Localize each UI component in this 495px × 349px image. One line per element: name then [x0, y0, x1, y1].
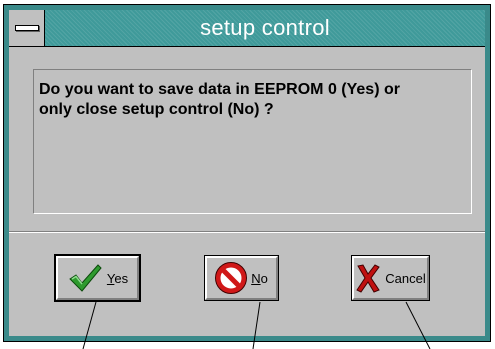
no-button[interactable]: No	[204, 255, 279, 301]
system-menu-icon	[15, 25, 39, 31]
message-panel: Do you want to save data in EEPROM 0 (Ye…	[33, 69, 472, 214]
setup-control-dialog: setup control Do you want to save data i…	[3, 4, 491, 342]
red-x-icon	[356, 264, 381, 293]
prohibited-icon	[215, 262, 248, 294]
no-button-label: No	[251, 270, 268, 286]
message-text: Do you want to save data in EEPROM 0 (Ye…	[39, 80, 467, 120]
checkmark-icon	[69, 264, 102, 292]
yes-button[interactable]: Yes	[54, 254, 141, 302]
message-line-2: only close setup control (No) ?	[39, 101, 274, 118]
window-title: setup control	[200, 15, 330, 40]
cancel-button-label: Cancel	[385, 270, 426, 286]
separator	[9, 231, 485, 233]
system-menu-button[interactable]	[9, 10, 45, 46]
dialog-body: Do you want to save data in EEPROM 0 (Ye…	[9, 47, 485, 336]
yes-button-label: Yes	[106, 270, 129, 286]
message-line-1: Do you want to save data in EEPROM 0 (Ye…	[39, 81, 400, 98]
title-bar[interactable]: setup control	[9, 10, 485, 47]
cancel-button[interactable]: Cancel	[351, 255, 430, 301]
